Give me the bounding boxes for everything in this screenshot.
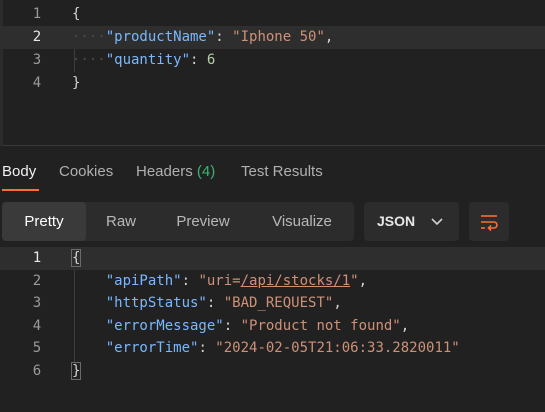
tab-cookies[interactable]: Cookies xyxy=(59,163,113,180)
headers-count-badge: (4) xyxy=(196,163,216,180)
raw-button[interactable]: Raw xyxy=(86,202,156,241)
code-token: "productName" xyxy=(105,29,216,45)
code-token: ···· xyxy=(72,29,106,45)
pretty-button[interactable]: Pretty xyxy=(2,202,86,241)
code-token: "2024-02-05T21:06:33.2820011" xyxy=(215,340,460,356)
visualize-button[interactable]: Visualize xyxy=(250,202,354,241)
line-number: 2 xyxy=(32,272,42,289)
code-line: 1{ xyxy=(0,3,545,26)
code-token: /api/stocks/1 xyxy=(240,272,351,289)
code-line: 4 "errorMessage": "Product not found", xyxy=(0,315,545,338)
code-line: 3 "httpStatus": "BAD_REQUEST", xyxy=(0,292,545,315)
tab-body[interactable]: Body xyxy=(2,163,36,180)
code-token: "BAD_REQUEST" xyxy=(223,295,334,311)
wrap-lines-button[interactable] xyxy=(469,202,509,241)
code-token: { xyxy=(70,249,82,267)
code-token: } xyxy=(72,75,81,91)
code-token: ···· xyxy=(72,52,106,68)
code-token: " xyxy=(350,272,359,289)
code-text: { xyxy=(70,247,82,270)
code-token: : xyxy=(206,295,224,311)
code-token: "apiPath" xyxy=(105,272,182,289)
code-token: "errorMessage" xyxy=(105,317,224,334)
code-token: : xyxy=(198,340,216,356)
line-number: 6 xyxy=(32,362,42,379)
line-number: 1 xyxy=(32,250,42,266)
line-number: 4 xyxy=(32,317,42,334)
code-token: , xyxy=(333,295,342,311)
response-tabs: Body Cookies Headers (4) Test Results xyxy=(0,152,545,192)
code-token: } xyxy=(70,361,82,380)
chevron-down-icon xyxy=(431,218,443,226)
code-text: "errorMessage": "Product not found", xyxy=(72,315,409,338)
line-number: 5 xyxy=(32,340,42,356)
preview-button[interactable]: Preview xyxy=(156,202,250,241)
code-token: : xyxy=(181,272,199,289)
code-text: "apiPath": "uri=/api/stocks/1", xyxy=(72,270,367,293)
request-body-editor[interactable]: 1{2 ····"productName": "Iphone 50", 3 ····"… xyxy=(0,0,545,146)
code-line: 3 ····"quantity": 6 xyxy=(0,49,545,72)
code-token: "errorTime" xyxy=(105,340,199,356)
code-token: : xyxy=(215,29,233,45)
wrap-lines-icon xyxy=(481,215,498,232)
code-token: "Iphone 50" xyxy=(232,29,325,45)
code-line: 1{ xyxy=(0,247,545,270)
code-text: { xyxy=(72,3,80,26)
code-token: "uri= xyxy=(198,272,241,289)
code-token: : xyxy=(190,52,207,68)
code-text: } xyxy=(70,360,82,383)
code-token: "Product not found" xyxy=(240,317,401,334)
code-token: : xyxy=(223,317,241,334)
tab-headers[interactable]: Headers (4) xyxy=(136,163,215,180)
active-tab-indicator xyxy=(2,189,39,191)
line-number: 1 xyxy=(32,6,42,22)
code-text: } xyxy=(72,72,80,95)
line-number: 3 xyxy=(32,295,42,311)
line-number: 3 xyxy=(32,52,42,68)
code-text: ····"productName": "Iphone 50", xyxy=(72,26,333,49)
code-token: 6 xyxy=(206,52,216,68)
code-text: ····"quantity": 6 xyxy=(72,49,215,72)
response-toolbar: Pretty Raw Preview Visualize JSON xyxy=(0,202,545,242)
code-line: 5 "errorTime": "2024-02-05T21:06:33.2820… xyxy=(0,337,545,360)
response-body-viewer[interactable]: 1{2 "apiPath": "uri=/api/stocks/1", 3 "ht… xyxy=(0,246,545,412)
view-mode-segmented-control: Pretty Raw Preview Visualize xyxy=(2,202,354,241)
code-token: { xyxy=(72,6,81,22)
code-text: "httpStatus": "BAD_REQUEST", xyxy=(72,292,342,315)
line-number: 4 xyxy=(32,75,42,91)
code-line: 4} xyxy=(0,72,545,95)
code-token: , xyxy=(324,29,334,45)
format-select-value: JSON xyxy=(377,213,416,229)
code-token: , xyxy=(400,317,410,334)
code-token: , xyxy=(358,272,368,289)
code-line: 2 ····"productName": "Iphone 50", xyxy=(0,26,545,49)
format-select[interactable]: JSON xyxy=(364,202,459,241)
tab-headers-label: Headers xyxy=(136,163,193,180)
code-text: "errorTime": "2024-02-05T21:06:33.282001… xyxy=(72,337,460,360)
code-token: "quantity" xyxy=(105,52,191,68)
line-number: 2 xyxy=(32,29,42,45)
code-line: 2 "apiPath": "uri=/api/stocks/1", xyxy=(0,270,545,293)
code-token: "httpStatus" xyxy=(105,295,207,311)
code-line: 6} xyxy=(0,360,545,383)
tab-test-results[interactable]: Test Results xyxy=(241,163,323,180)
